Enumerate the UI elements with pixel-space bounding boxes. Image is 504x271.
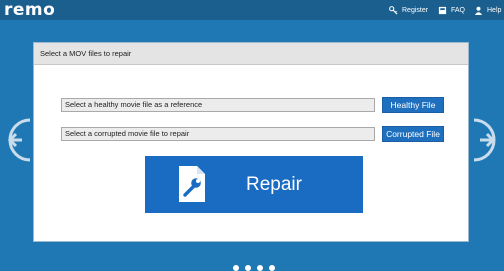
arrow-left-icon (7, 118, 31, 162)
register-label: Register (402, 6, 429, 14)
page-dot[interactable] (233, 265, 239, 271)
key-icon (389, 5, 398, 15)
page-dot[interactable] (245, 265, 251, 271)
person-icon (474, 6, 483, 15)
document-wrench-icon (179, 166, 205, 202)
book-icon (438, 6, 447, 14)
help-label: Help (487, 6, 502, 14)
help-link[interactable]: Help (474, 0, 501, 20)
healthy-file-row: Select a healthy movie file as a referen… (61, 97, 444, 113)
corrupted-file-row: Select a corrupted movie file to repair … (61, 126, 444, 142)
forward-button[interactable] (473, 118, 504, 162)
healthy-file-button[interactable]: Healthy File (382, 97, 444, 113)
faq-label: FAQ (451, 6, 466, 14)
repair-button[interactable]: Repair (145, 156, 363, 213)
faq-link[interactable]: FAQ (438, 0, 465, 20)
app-logo: remo (4, 0, 56, 20)
back-button[interactable] (0, 118, 31, 162)
page-dot[interactable] (269, 265, 275, 271)
panel-title: Select a MOV files to repair (34, 43, 468, 65)
repair-panel: Select a MOV files to repair Select a he… (33, 42, 469, 242)
corrupted-file-button[interactable]: Corrupted File (382, 126, 444, 142)
top-bar: remo Register FAQ Help (0, 0, 504, 20)
corrupted-file-field[interactable]: Select a corrupted movie file to repair (61, 127, 375, 141)
page-indicator (233, 265, 275, 271)
arrow-right-icon (473, 118, 496, 162)
healthy-file-field[interactable]: Select a healthy movie file as a referen… (61, 98, 375, 112)
repair-label: Repair (246, 174, 302, 195)
page-dot[interactable] (257, 265, 263, 271)
register-link[interactable]: Register (389, 0, 428, 20)
